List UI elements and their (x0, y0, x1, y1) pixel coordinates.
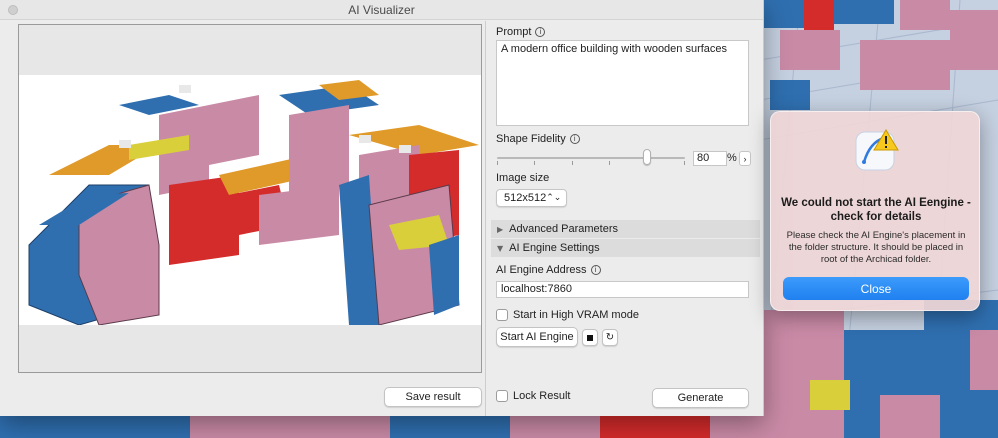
advanced-parameters-section[interactable]: ▶ Advanced Parameters (491, 220, 760, 238)
slider-tick (534, 161, 535, 165)
alert-message: Please check the AI Engine's placement i… (786, 230, 966, 265)
prompt-label: Prompt (496, 26, 532, 38)
info-icon[interactable]: i (535, 27, 546, 37)
save-result-button[interactable]: Save result (384, 387, 482, 407)
window-close-button[interactable] (8, 5, 18, 15)
disclosure-triangle-icon: ▼ (497, 243, 504, 253)
start-ai-engine-button[interactable]: Start AI Engine (496, 327, 578, 347)
slider-tick (684, 161, 685, 165)
slider-tick (609, 161, 610, 165)
refresh-icon: ↻ (605, 332, 615, 343)
image-size-value: 512x512 (504, 192, 547, 204)
rendered-building-image (19, 75, 481, 325)
lock-result-checkbox[interactable] (496, 390, 508, 402)
ai-engine-settings-section[interactable]: ▼ AI Engine Settings (491, 239, 760, 257)
render-preview (18, 24, 482, 373)
title-bar[interactable]: AI Visualizer (0, 0, 763, 20)
high-vram-label: Start in High VRAM mode (513, 309, 639, 321)
info-icon[interactable]: i (590, 265, 601, 275)
warning-icon (854, 128, 900, 174)
ai-engine-address-label-row: AI Engine Address i (496, 264, 601, 276)
generate-button[interactable]: Generate (652, 388, 749, 408)
info-icon[interactable]: i (569, 134, 580, 144)
pane-divider[interactable] (485, 21, 486, 416)
error-alert-dialog: We could not start the AI Eengine - chec… (770, 111, 980, 311)
stop-icon (587, 334, 593, 341)
advanced-parameters-label: Advanced Parameters (509, 223, 618, 235)
image-size-label: Image size (496, 172, 550, 184)
refresh-button[interactable]: ↻ (602, 329, 618, 346)
updown-chevron-icon: ⌃⌄ (546, 193, 562, 203)
alert-title: We could not start the AI Eengine - chec… (781, 197, 971, 223)
lock-result-label: Lock Result (513, 390, 571, 402)
preview-pane: Save result (0, 21, 486, 416)
slider-thumb[interactable] (643, 149, 651, 165)
percent-unit: % (727, 152, 737, 164)
slider-tick (572, 161, 573, 165)
prompt-label-row: Prompt i (496, 26, 546, 38)
disclosure-triangle-icon: ▶ (497, 224, 504, 234)
ai-engine-address-label: AI Engine Address (496, 264, 587, 276)
window-title: AI Visualizer (348, 3, 415, 17)
stop-button[interactable] (582, 329, 598, 346)
image-size-select[interactable]: 512x512 ⌃⌄ (496, 189, 567, 207)
ai-visualizer-window: AI Visualizer Save result Prompt i A mod… (0, 0, 764, 416)
high-vram-checkbox[interactable] (496, 309, 508, 321)
prompt-textarea[interactable]: A modern office building with wooden sur… (496, 40, 749, 126)
shape-fidelity-slider[interactable] (497, 157, 685, 159)
shape-fidelity-label: Shape Fidelity (496, 133, 566, 145)
shape-fidelity-label-row: Shape Fidelity i (496, 133, 580, 145)
close-button[interactable]: Close (783, 277, 969, 300)
chevron-right-icon[interactable]: › (739, 151, 751, 166)
ai-engine-settings-label: AI Engine Settings (509, 242, 600, 254)
slider-tick (497, 161, 498, 165)
ai-engine-address-input[interactable]: localhost:7860 (496, 281, 749, 298)
settings-pane: Prompt i A modern office building with w… (487, 21, 764, 416)
shape-fidelity-input[interactable]: 80 (693, 151, 727, 166)
